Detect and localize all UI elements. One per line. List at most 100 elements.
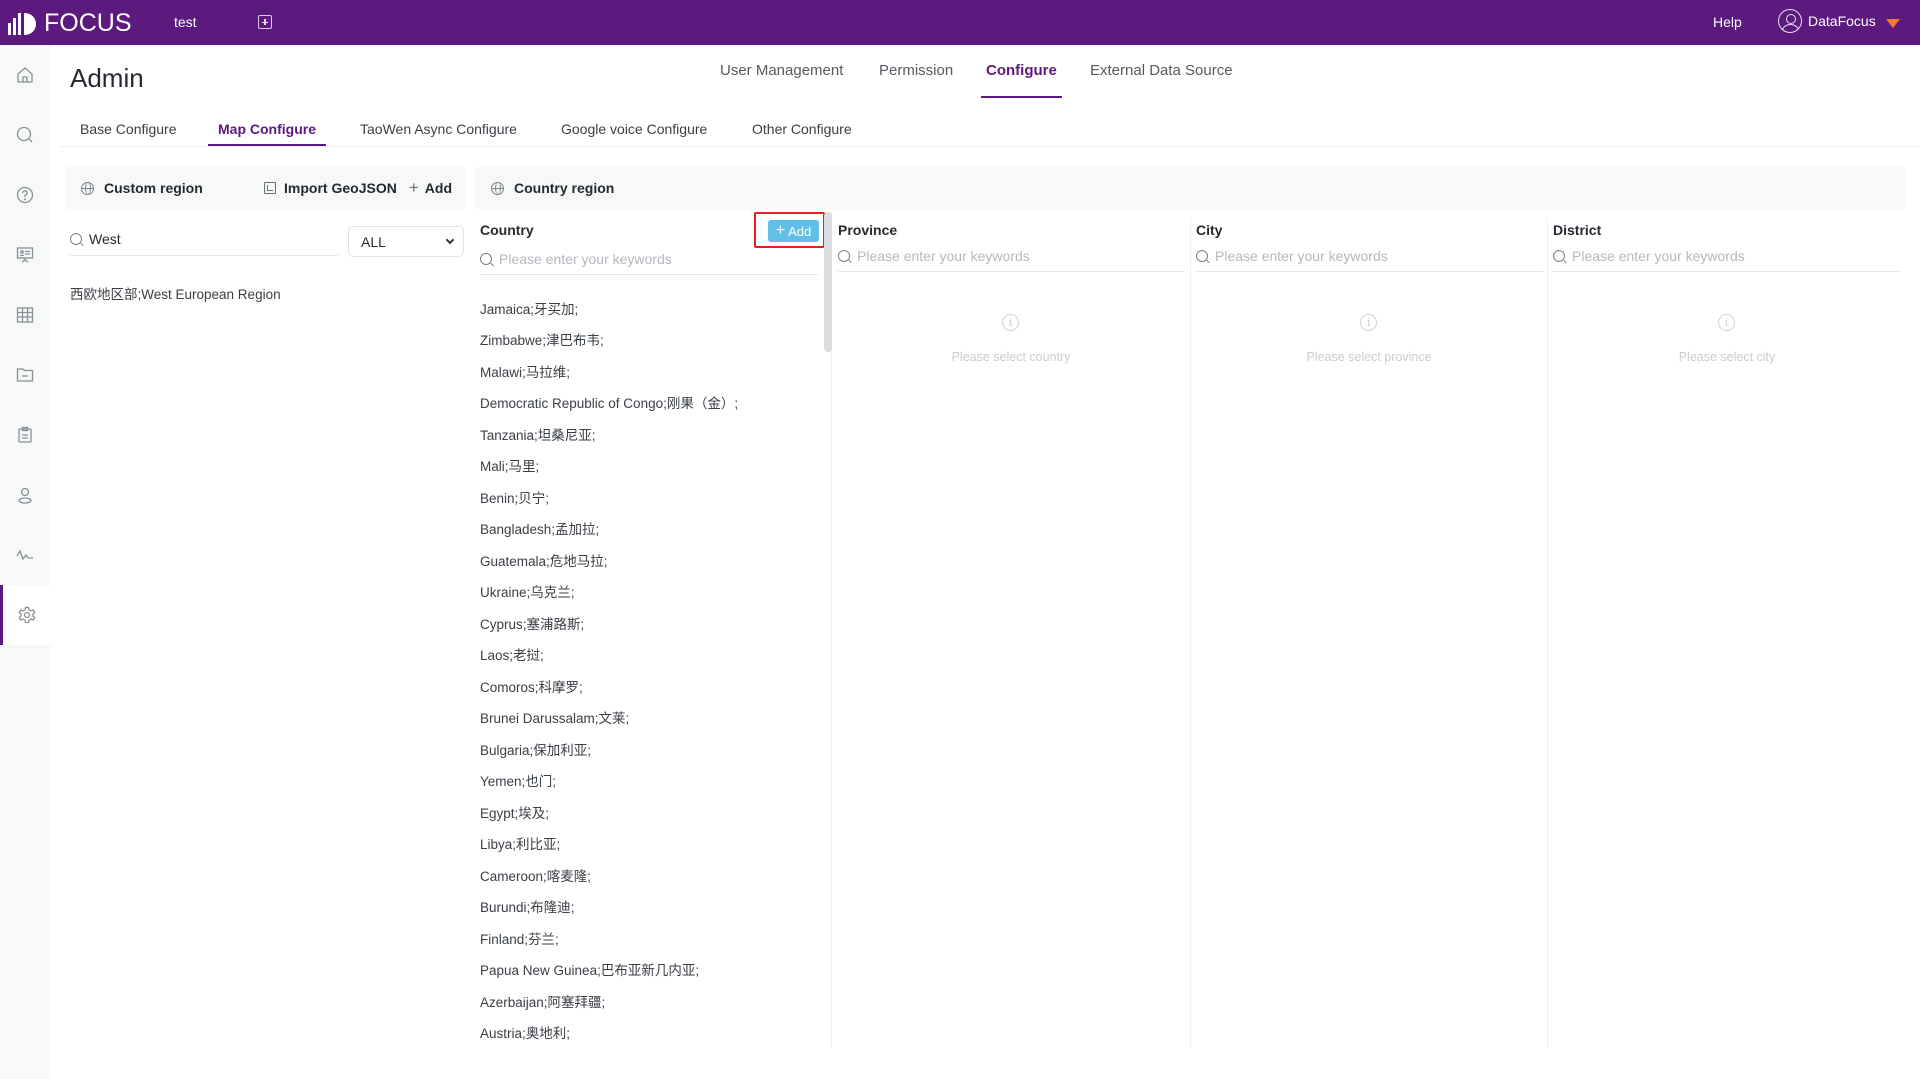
logo-text: FOCUS [44,8,132,37]
plus-icon: + [408,178,419,197]
country-list-item[interactable]: Democratic Republic of Congo;刚果（金）; [475,387,825,419]
subtab-map-configure[interactable]: Map Configure [208,121,326,146]
page-title: Admin [70,63,144,93]
city-search-input[interactable] [1215,247,1515,264]
country-list-item[interactable]: Laos;老挝; [475,639,825,671]
tab-user-management[interactable]: User Management [720,62,843,98]
district-search-input[interactable] [1572,247,1872,264]
sidebar-item-settings[interactable] [0,585,50,645]
import-geojson-label: Import GeoJSON [284,180,397,196]
subtabs-divider [60,146,1920,147]
country-list-item[interactable]: Mali;马里; [475,450,825,482]
sidebar-item-monitor[interactable] [0,525,50,585]
region-search [70,222,338,256]
province-empty-text: Please select country [951,350,1071,364]
country-list-item[interactable]: Finland;芬兰; [475,922,825,954]
country-list-item[interactable]: Austria;奥地利; [475,1017,825,1049]
region-filter-select[interactable]: ALL [348,226,464,257]
country-list-item[interactable]: Brunei Darussalam;文莱; [475,702,825,734]
help-link[interactable]: Help [1713,14,1742,30]
country-list-item[interactable]: Guatemala;危地马拉; [475,544,825,576]
city-column-title: City [1196,222,1223,238]
search-icon [480,252,492,265]
subtab-other-configure[interactable]: Other Configure [752,121,852,146]
search-icon [1196,249,1208,262]
country-list-item[interactable]: Yemen;也门; [475,765,825,797]
district-empty-text: Please select city [1678,350,1776,364]
country-list-item[interactable]: Comoros;科摩罗; [475,670,825,702]
pulse-icon [16,549,33,561]
country-list-item[interactable]: Bulgaria;保加利亚; [475,733,825,765]
country-list-item[interactable]: Ukraine;乌克兰; [475,576,825,608]
tab-external-data-source[interactable]: External Data Source [1090,62,1233,98]
sidebar-item-data[interactable] [0,285,50,345]
search-icon [838,249,850,262]
add-region-label: Add [424,180,452,196]
region-list-item[interactable]: 西欧地区部;West European Region [70,283,281,303]
subtab-base-configure[interactable]: Base Configure [80,121,177,146]
import-geojson-button[interactable]: Import GeoJSON [264,180,397,196]
tab-configure[interactable]: Configure [981,62,1062,98]
country-column-title: Country [480,222,534,238]
logo[interactable]: FOCUS [8,9,132,37]
chevron-down-icon [445,235,455,245]
sidebar-item-help[interactable] [0,165,50,225]
city-empty-text: Please select province [1306,350,1432,364]
country-list-item[interactable]: Malawi;马拉维; [475,355,825,387]
search-icon [70,232,82,245]
add-region-button[interactable]: + Add [405,178,452,198]
folder-icon [16,368,34,382]
custom-region-header: Custom region Import GeoJSON + Add [65,167,465,209]
subtab-taowen-async-configure[interactable]: TaoWen Async Configure [360,121,517,146]
top-header: FOCUS test Help DataFocus [0,0,1920,45]
focus-logo-icon [8,11,36,35]
country-list-item[interactable]: Papua New Guinea;巴布亚新几内亚; [475,954,825,986]
region-filter-value: ALL [361,233,386,250]
user-avatar-icon [1778,9,1802,33]
info-icon: i [1718,314,1735,331]
globe-icon [491,181,504,195]
sidebar-item-user[interactable] [0,465,50,525]
country-list-item[interactable]: Cameroon;喀麦隆; [475,859,825,891]
country-list-item[interactable]: Zimbabwe;津巴布韦; [475,324,825,356]
country-search [480,243,818,275]
diamond-icon [1885,18,1900,28]
project-tab[interactable]: test [174,14,197,30]
sidebar-item-tasks[interactable] [0,405,50,465]
user-icon [18,487,32,504]
info-icon: i [1360,314,1377,331]
column-divider [1190,218,1191,1048]
country-list-item[interactable]: Azerbaijan;阿塞拜疆; [475,985,825,1017]
province-search [838,240,1185,272]
country-list-item[interactable]: Benin;贝宁; [475,481,825,513]
user-name: DataFocus [1808,13,1876,29]
search-icon [16,126,33,143]
tab-permission[interactable]: Permission [879,62,953,98]
gear-icon [17,606,36,624]
country-list-item[interactable]: Cyprus;塞浦路斯; [475,607,825,639]
country-list-item[interactable]: Egypt;埃及; [475,796,825,828]
globe-icon [81,181,94,195]
region-search-input[interactable] [89,230,329,247]
country-list-item[interactable]: Jamaica;牙买加; [475,292,825,324]
subtab-google-voice-configure[interactable]: Google voice Configure [561,121,707,146]
country-search-input[interactable] [499,250,799,267]
user-menu[interactable]: DataFocus [1778,9,1900,33]
country-list-item[interactable]: Libya;利比亚; [475,828,825,860]
sidebar [0,45,50,1079]
sidebar-item-search[interactable] [0,105,50,165]
district-column-title: District [1553,222,1602,238]
country-list-item[interactable]: Bangladesh;孟加拉; [475,513,825,545]
country-list: Jamaica;牙买加; Zimbabwe;津巴布韦; Malawi;马拉维; Dem… [475,292,825,1049]
province-search-input[interactable] [857,247,1157,264]
sidebar-item-dashboard[interactable] [0,225,50,285]
country-list-item[interactable]: Burundi;布隆迪; [475,891,825,923]
province-column-title: Province [838,222,898,238]
sidebar-item-home[interactable] [0,45,50,105]
presentation-icon [16,247,34,263]
info-icon: i [1002,314,1019,331]
country-list-scrollbar[interactable] [824,212,832,352]
sidebar-item-folder[interactable] [0,345,50,405]
add-tab-icon[interactable] [258,15,272,29]
country-list-item[interactable]: Tanzania;坦桑尼亚; [475,418,825,450]
